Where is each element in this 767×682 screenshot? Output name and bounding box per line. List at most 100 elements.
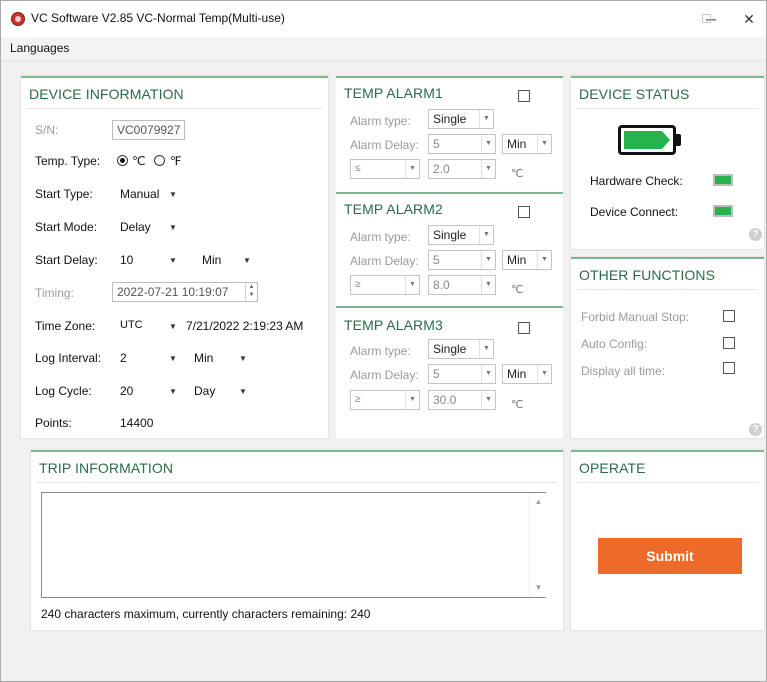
log-interval-label: Log Interval: <box>35 351 102 365</box>
forbid-manual-stop-checkbox[interactable] <box>723 310 735 322</box>
alarm2-delay-unit-value: Min <box>507 253 527 267</box>
minimize-button[interactable]: ─ <box>696 7 726 31</box>
temp-celsius-radio[interactable] <box>117 155 128 166</box>
log-cycle-unit-select[interactable]: Day <box>194 384 215 398</box>
trip-char-counter: 240 characters maximum, currently charac… <box>41 607 371 621</box>
temp-alarm2-enable-checkbox[interactable] <box>518 206 530 218</box>
start-delay-label: Start Delay: <box>35 253 98 267</box>
alarm2-delay-value: 5 <box>433 253 440 267</box>
start-delay-select[interactable]: 10 <box>120 253 133 267</box>
temp-fahrenheit-radio[interactable] <box>154 155 165 166</box>
temp-alarm3-panel: TEMP ALARM3 Alarm type: Single ▼ Alarm De… <box>336 306 563 438</box>
log-interval-dropdown-icon[interactable]: ▼ <box>169 354 177 363</box>
alarm2-threshold-select[interactable]: 8.0 ▼ <box>428 275 496 295</box>
timing-spinner[interactable]: ▲ ▼ <box>245 283 257 301</box>
log-interval-unit-select[interactable]: Min <box>194 351 213 365</box>
alarm3-delay-select[interactable]: 5 ▼ <box>428 364 496 384</box>
dropdown-icon[interactable]: ▼ <box>481 160 495 178</box>
spin-down-icon[interactable]: ▼ <box>249 292 255 298</box>
other-functions-help-icon[interactable]: ? <box>749 423 762 436</box>
temp-fahrenheit-label: ℉ <box>170 154 182 168</box>
temp-alarm3-enable-checkbox[interactable] <box>518 322 530 334</box>
submit-button[interactable]: Submit <box>598 538 742 574</box>
alarm1-delay-select[interactable]: 5 ▼ <box>428 134 496 154</box>
start-mode-select[interactable]: Delay <box>120 220 151 234</box>
timing-field[interactable]: 2022-07-21 10:19:07 ▲ ▼ <box>112 282 258 302</box>
device-information-title: DEVICE INFORMATION <box>29 86 184 102</box>
dropdown-icon[interactable]: ▼ <box>537 365 551 383</box>
dropdown-icon[interactable]: ▼ <box>405 276 419 294</box>
start-delay-dropdown-icon[interactable]: ▼ <box>169 256 177 265</box>
spin-up-icon[interactable]: ▲ <box>249 284 255 290</box>
alarm2-operator-value: ≥ <box>355 279 361 290</box>
dropdown-icon[interactable]: ▼ <box>537 251 551 269</box>
menu-bar: Languages <box>1 37 766 61</box>
alarm1-delay-unit-select[interactable]: Min ▼ <box>502 134 552 154</box>
start-delay-unit-dropdown-icon[interactable]: ▼ <box>243 256 251 265</box>
display-all-time-label: Display all time: <box>581 364 666 378</box>
log-cycle-unit-dropdown-icon[interactable]: ▼ <box>239 387 247 396</box>
log-cycle-dropdown-icon[interactable]: ▼ <box>169 387 177 396</box>
trip-textarea-scrollbar[interactable]: ▲ ▼ <box>529 493 546 597</box>
battery-cap <box>676 134 681 146</box>
alarm2-delay-select[interactable]: 5 ▼ <box>428 250 496 270</box>
auto-config-checkbox[interactable] <box>723 337 735 349</box>
temp-alarm2-panel: TEMP ALARM2 Alarm type: Single ▼ Alarm De… <box>336 192 563 306</box>
app-window: VC Software V2.85 VC-Normal Temp(Multi-u… <box>0 0 767 682</box>
alarm2-delay-unit-select[interactable]: Min ▼ <box>502 250 552 270</box>
dropdown-icon[interactable]: ▼ <box>481 391 495 409</box>
dropdown-icon[interactable]: ▼ <box>479 110 493 128</box>
battery-icon <box>618 125 676 155</box>
dropdown-icon[interactable]: ▼ <box>481 276 495 294</box>
dropdown-icon[interactable]: ▼ <box>405 160 419 178</box>
alarm3-threshold-select[interactable]: 30.0 ▼ <box>428 390 496 410</box>
scroll-up-icon[interactable]: ▲ <box>530 495 547 509</box>
alarm2-operator-select[interactable]: ≥ ▼ <box>350 275 420 295</box>
start-type-dropdown-icon[interactable]: ▼ <box>169 190 177 199</box>
device-status-help-icon[interactable]: ? <box>749 228 762 241</box>
log-cycle-select[interactable]: 20 <box>120 384 133 398</box>
alarm1-threshold-select[interactable]: 2.0 ▼ <box>428 159 496 179</box>
alarm1-type-select[interactable]: Single ▼ <box>428 109 494 129</box>
dropdown-icon[interactable]: ▼ <box>479 226 493 244</box>
time-zone-label: Time Zone: <box>35 319 96 333</box>
trip-information-panel: TRIP INFORMATION ▲ ▼ 240 characters maxi… <box>31 450 563 630</box>
menu-languages[interactable]: Languages <box>10 41 69 55</box>
dropdown-icon[interactable]: ▼ <box>537 135 551 153</box>
app-logo-icon <box>11 12 25 26</box>
log-interval-unit-dropdown-icon[interactable]: ▼ <box>239 354 247 363</box>
alarm2-type-select[interactable]: Single ▼ <box>428 225 494 245</box>
divider <box>577 482 758 483</box>
alarm3-unit: ℃ <box>511 399 524 411</box>
alarm3-operator-select[interactable]: ≥ ▼ <box>350 390 420 410</box>
start-mode-dropdown-icon[interactable]: ▼ <box>169 223 177 232</box>
dropdown-icon[interactable]: ▼ <box>481 365 495 383</box>
log-cycle-label: Log Cycle: <box>35 384 92 398</box>
temp-celsius-label: ℃ <box>132 154 146 168</box>
dropdown-icon[interactable]: ▼ <box>481 251 495 269</box>
scroll-down-icon[interactable]: ▼ <box>530 581 547 595</box>
temp-alarm1-enable-checkbox[interactable] <box>518 90 530 102</box>
dropdown-icon[interactable]: ▼ <box>479 340 493 358</box>
time-zone-select[interactable]: UTC <box>120 319 143 331</box>
start-type-select[interactable]: Manual <box>120 187 159 201</box>
operate-title: OPERATE <box>579 460 646 476</box>
alarm3-type-select[interactable]: Single ▼ <box>428 339 494 359</box>
alarm3-delay-unit-select[interactable]: Min ▼ <box>502 364 552 384</box>
forbid-manual-stop-label: Forbid Manual Stop: <box>581 310 690 324</box>
device-connect-label: Device Connect: <box>590 205 679 219</box>
close-button[interactable]: ✕ <box>734 7 764 31</box>
time-zone-dropdown-icon[interactable]: ▼ <box>169 322 177 331</box>
sn-field[interactable]: VC0079927 <box>112 120 185 140</box>
dropdown-icon[interactable]: ▼ <box>481 135 495 153</box>
alarm1-delay-label: Alarm Delay: <box>350 138 419 152</box>
start-delay-unit-select[interactable]: Min <box>202 253 221 267</box>
display-all-time-checkbox[interactable] <box>723 362 735 374</box>
dropdown-icon[interactable]: ▼ <box>405 391 419 409</box>
other-functions-panel: OTHER FUNCTIONS Forbid Manual Stop: Auto… <box>571 257 764 438</box>
maximize-button[interactable] <box>702 14 711 23</box>
trip-information-title: TRIP INFORMATION <box>39 460 174 476</box>
log-interval-select[interactable]: 2 <box>120 351 127 365</box>
alarm1-operator-select[interactable]: ≤ ▼ <box>350 159 420 179</box>
trip-information-textarea[interactable] <box>41 492 546 598</box>
